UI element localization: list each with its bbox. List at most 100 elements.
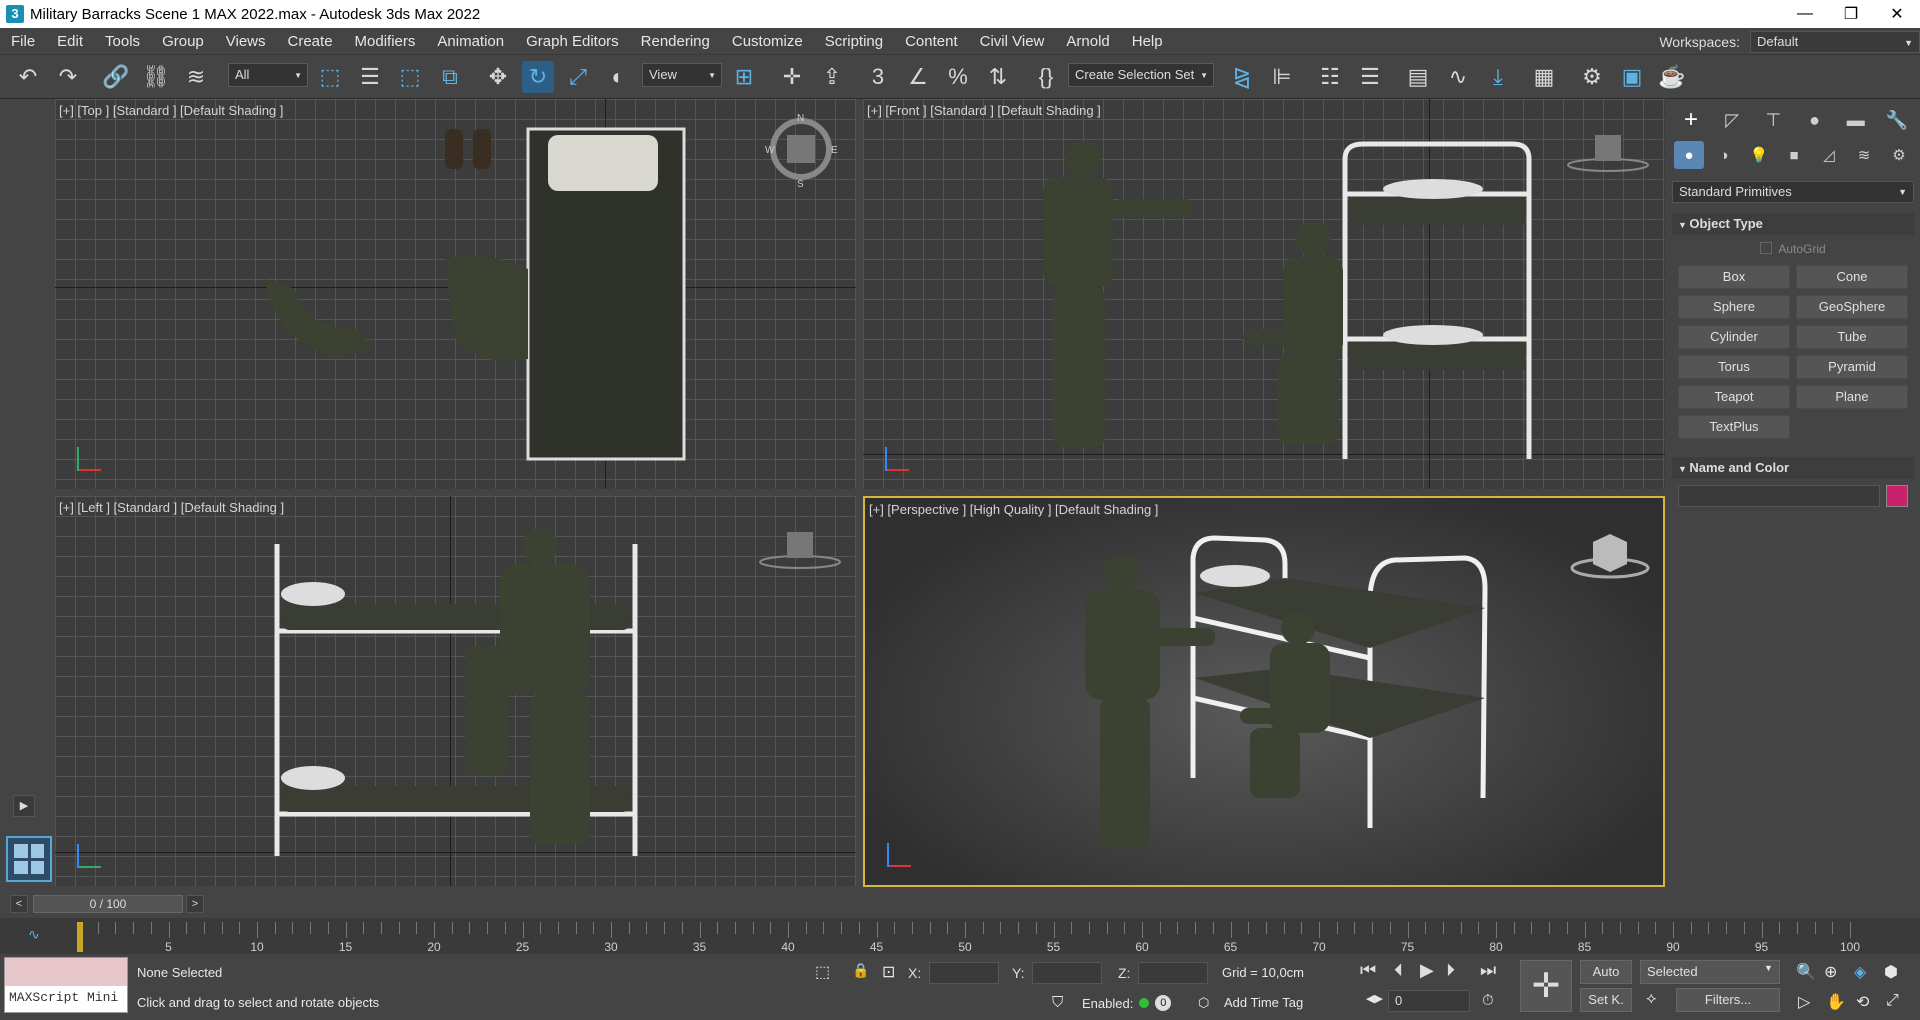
pan-icon[interactable]: ✋ bbox=[1826, 992, 1846, 1012]
menu-tools[interactable]: Tools bbox=[94, 28, 151, 55]
mirror-icon[interactable]: ⧎ bbox=[1226, 61, 1258, 93]
time-cursor[interactable] bbox=[77, 922, 83, 952]
rectangular-selection-icon[interactable]: ⬚ bbox=[394, 61, 426, 93]
zoom-icon[interactable]: 🔍 bbox=[1796, 962, 1816, 982]
absolute-mode-icon[interactable]: ⊡ bbox=[882, 962, 895, 982]
shield-icon[interactable]: ⛉ bbox=[1052, 994, 1063, 1011]
material-editor-icon[interactable]: ▦ bbox=[1528, 61, 1560, 93]
zoom-all-icon[interactable]: ⊕ bbox=[1824, 962, 1837, 982]
render-production-icon[interactable]: ☕ bbox=[1656, 61, 1688, 93]
viewport-layouts-button[interactable] bbox=[6, 836, 52, 882]
select-move-icon[interactable]: ✥ bbox=[482, 61, 514, 93]
time-config-icon[interactable]: ⏱ bbox=[1482, 992, 1494, 1009]
zoom-extents-icon[interactable]: ◈ bbox=[1854, 962, 1866, 982]
name-color-header[interactable]: Name and Color bbox=[1672, 457, 1914, 479]
link-icon[interactable]: 🔗 bbox=[100, 61, 132, 93]
auto-key-button[interactable]: Auto bbox=[1580, 960, 1632, 984]
undo-icon[interactable]: ↶ bbox=[12, 61, 44, 93]
menu-arnold[interactable]: Arnold bbox=[1055, 28, 1120, 55]
pivot-center-icon[interactable]: ⊞ bbox=[728, 61, 760, 93]
menu-content[interactable]: Content bbox=[894, 28, 969, 55]
menu-civil-view[interactable]: Civil View bbox=[969, 28, 1056, 55]
hierarchy-tab-icon[interactable]: ⊤ bbox=[1756, 105, 1790, 135]
rendered-frame-window-icon[interactable]: ▣ bbox=[1616, 61, 1648, 93]
cylinder-button[interactable]: Cylinder bbox=[1678, 325, 1790, 349]
track-bar[interactable]: ∿ 05101520253035404550556065707580859095… bbox=[0, 918, 1920, 954]
menu-file[interactable]: File bbox=[0, 28, 46, 55]
frame-stepper-icon[interactable]: ◀▶ bbox=[1366, 992, 1383, 1005]
cone-button[interactable]: Cone bbox=[1796, 265, 1908, 289]
menu-animation[interactable]: Animation bbox=[426, 28, 515, 55]
filters-button[interactable]: Filters... bbox=[1676, 988, 1780, 1012]
autogrid-checkbox[interactable]: AutoGrid bbox=[1672, 239, 1914, 259]
enabled-indicator[interactable] bbox=[1139, 998, 1150, 1008]
chevron-down-icon[interactable]: ▼ bbox=[1764, 963, 1773, 973]
key-mode-icon[interactable]: ⟡ bbox=[1646, 990, 1657, 1008]
viewport-perspective[interactable]: [+] [Perspective ] [High Quality ] [Defa… bbox=[863, 496, 1665, 887]
go-to-end-icon[interactable]: ⏭ bbox=[1480, 960, 1496, 981]
window-crossing-icon[interactable]: ⧉ bbox=[434, 61, 466, 93]
utilities-tab-icon[interactable]: 🔧 bbox=[1880, 105, 1914, 135]
restore-button[interactable]: ❐ bbox=[1828, 0, 1874, 28]
unlink-icon[interactable]: ⛓ bbox=[140, 61, 172, 93]
viewport-front[interactable]: [+] [Front ] [Standard ] [Default Shadin… bbox=[863, 99, 1665, 489]
set-key-icon[interactable]: ✛ bbox=[1520, 960, 1572, 1012]
layer-explorer-icon[interactable]: ☰ bbox=[1354, 61, 1386, 93]
spinner-snap-icon[interactable]: ⇅ bbox=[982, 61, 1014, 93]
tag-icon[interactable]: ⬡ bbox=[1198, 995, 1209, 1011]
geosphere-button[interactable]: GeoSphere bbox=[1796, 295, 1908, 319]
lock-icon[interactable]: 🔒 bbox=[852, 962, 869, 979]
previous-key-icon[interactable]: ⏴ bbox=[1394, 960, 1403, 981]
add-time-tag[interactable]: Add Time Tag bbox=[1224, 995, 1303, 1010]
viewport-left[interactable]: [+] [Left ] [Standard ] [Default Shading… bbox=[55, 496, 856, 886]
menu-graph-editors[interactable]: Graph Editors bbox=[515, 28, 630, 55]
go-to-start-icon[interactable]: ⏮ bbox=[1360, 960, 1376, 981]
motion-tab-icon[interactable]: ● bbox=[1798, 105, 1832, 135]
field-of-view-icon[interactable]: ▷ bbox=[1798, 992, 1810, 1012]
minimize-button[interactable]: — bbox=[1782, 0, 1828, 28]
curve-editor-mini-icon[interactable]: ∿ bbox=[28, 926, 40, 943]
angle-snap-icon[interactable]: ∠ bbox=[902, 61, 934, 93]
menu-rendering[interactable]: Rendering bbox=[630, 28, 721, 55]
select-object-icon[interactable]: ⬚ bbox=[314, 61, 346, 93]
display-tab-icon[interactable]: ▬ bbox=[1839, 105, 1873, 135]
menu-modifiers[interactable]: Modifiers bbox=[344, 28, 427, 55]
z-coordinate-field[interactable] bbox=[1138, 962, 1209, 984]
redo-icon[interactable]: ↷ bbox=[52, 61, 84, 93]
x-coordinate-field[interactable] bbox=[929, 962, 1000, 984]
align-icon[interactable]: ⊫ bbox=[1266, 61, 1298, 93]
textplus-button[interactable]: TextPlus bbox=[1678, 415, 1790, 439]
y-coordinate-field[interactable] bbox=[1032, 962, 1103, 984]
create-tab-icon[interactable]: + bbox=[1674, 105, 1708, 135]
scene-explorer-icon[interactable]: ☷ bbox=[1314, 61, 1346, 93]
next-key-icon[interactable]: ⏵ bbox=[1446, 960, 1455, 981]
snaps-toggle-icon[interactable]: 3 bbox=[862, 61, 894, 93]
bind-space-warp-icon[interactable]: ≋ bbox=[180, 61, 212, 93]
torus-button[interactable]: Torus bbox=[1678, 355, 1790, 379]
time-slider[interactable]: 0 / 100 bbox=[33, 895, 183, 913]
manipulate-icon[interactable]: ✛ bbox=[776, 61, 808, 93]
edit-named-selection-icon[interactable]: {} bbox=[1030, 61, 1062, 93]
select-by-name-icon[interactable]: ☰ bbox=[354, 61, 386, 93]
menu-create[interactable]: Create bbox=[277, 28, 344, 55]
sphere-button[interactable]: Sphere bbox=[1678, 295, 1790, 319]
percent-snap-icon[interactable]: % bbox=[942, 61, 974, 93]
menu-edit[interactable]: Edit bbox=[46, 28, 94, 55]
current-frame-field[interactable]: 0 bbox=[1388, 990, 1470, 1012]
shapes-icon[interactable]: ◑ bbox=[1709, 141, 1739, 169]
tube-button[interactable]: Tube bbox=[1796, 325, 1908, 349]
viewport-top[interactable]: [+] [Top ] [Standard ] [Default Shading … bbox=[55, 99, 856, 489]
menu-views[interactable]: Views bbox=[215, 28, 277, 55]
close-button[interactable]: ✕ bbox=[1874, 0, 1920, 28]
schematic-view-icon[interactable]: ⤓ bbox=[1482, 61, 1514, 93]
maximize-viewport-icon[interactable]: ⤢ bbox=[1886, 992, 1899, 1010]
zoom-extents-all-icon[interactable]: ⬢ bbox=[1884, 962, 1898, 982]
curve-editor-icon[interactable]: ∿ bbox=[1442, 61, 1474, 93]
maxscript-mini-label[interactable]: MAXScript Mini bbox=[5, 986, 127, 1012]
render-setup-icon[interactable]: ⚙ bbox=[1576, 61, 1608, 93]
set-key-button[interactable]: Set K. bbox=[1580, 988, 1632, 1012]
space-warps-icon[interactable]: ≋ bbox=[1849, 141, 1879, 169]
workspaces-dropdown[interactable]: Default bbox=[1750, 30, 1920, 53]
object-name-field[interactable] bbox=[1678, 485, 1880, 507]
category-dropdown[interactable]: Standard Primitives bbox=[1672, 181, 1914, 203]
